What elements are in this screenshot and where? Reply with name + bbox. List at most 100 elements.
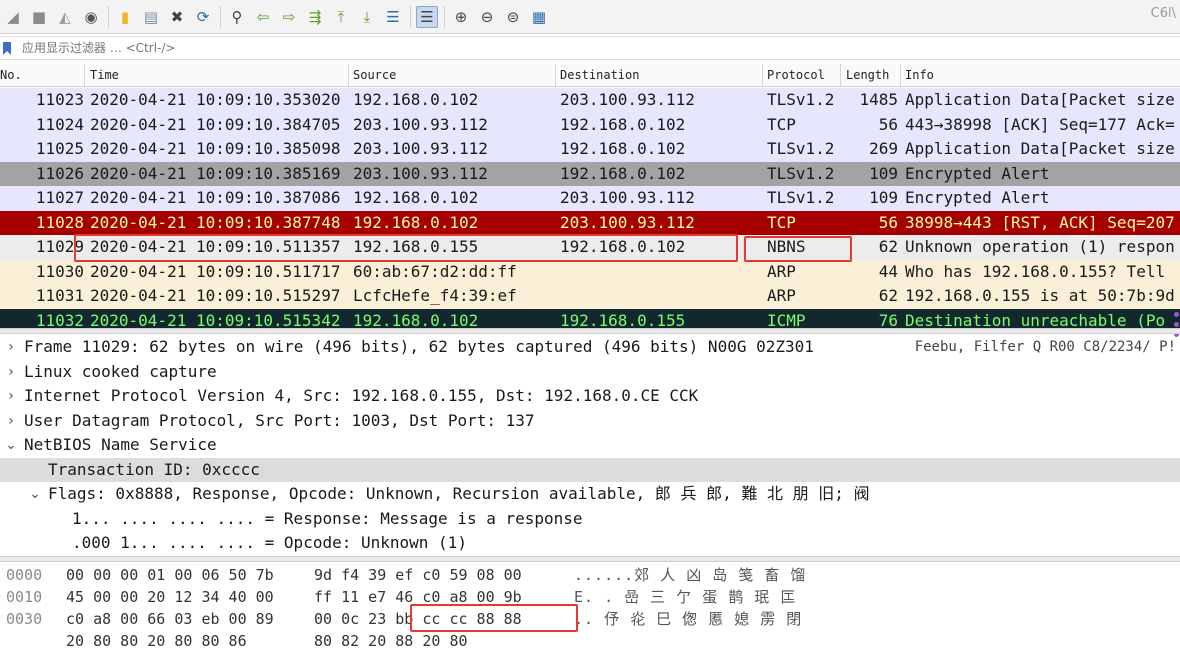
detail-tree-item[interactable]: .000 1... .... .... = Opcode: Unknown (1… bbox=[0, 531, 1180, 556]
start-capture-icon[interactable]: ◢ bbox=[2, 6, 24, 28]
packet-row[interactable]: 11023 2020-04-21 10:09:10.353020 192.168.0… bbox=[0, 88, 1180, 113]
zoom-in-icon[interactable]: ⊕ bbox=[450, 6, 472, 28]
detail-text: User Datagram Protocol, Src Port: 1003, … bbox=[24, 410, 535, 430]
packet-length: 76 bbox=[878, 310, 898, 329]
hex-bytes-left[interactable]: 20 80 80 20 80 80 86 bbox=[66, 630, 247, 652]
capture-options-icon[interactable]: ◉ bbox=[80, 6, 102, 28]
column-header-time[interactable]: Time bbox=[90, 68, 119, 82]
go-to-packet-icon[interactable]: ⇶ bbox=[304, 6, 326, 28]
display-filter-input[interactable] bbox=[14, 37, 1180, 59]
packet-info: Encrypted Alert bbox=[905, 163, 1050, 183]
expand-arrow-icon[interactable]: › bbox=[4, 335, 18, 359]
open-file-icon[interactable]: ▮ bbox=[114, 6, 136, 28]
expand-arrow-icon[interactable]: › bbox=[4, 384, 18, 408]
column-header-source[interactable]: Source bbox=[353, 68, 396, 82]
packet-source: 203.100.93.112 bbox=[353, 163, 488, 183]
packet-info: 443→38998 [ACK] Seq=177 Ack= bbox=[905, 114, 1175, 134]
collapse-arrow-icon[interactable]: ⌄ bbox=[4, 433, 18, 457]
resize-columns-icon[interactable]: ▦ bbox=[528, 6, 550, 28]
hex-ascii[interactable]: ......郊 人 凶 岛 笺 畜 馏 bbox=[574, 564, 806, 586]
packet-length: 56 bbox=[878, 114, 898, 134]
hex-ascii[interactable]: .. 伃 炛 巳 偬 慝 媳 雳 閉 bbox=[574, 608, 802, 630]
hex-offset[interactable]: 0000 bbox=[6, 564, 42, 586]
hex-ascii[interactable]: E. . 嵒 三 亇 蛋 鹊 珉 匞 bbox=[574, 586, 796, 608]
collapse-arrow-icon[interactable]: ⌄ bbox=[28, 482, 42, 506]
annotation-box-protocol bbox=[744, 236, 852, 262]
packet-length: 62 bbox=[878, 286, 898, 305]
hex-bytes-left[interactable]: c0 a8 00 66 03 eb 00 89 bbox=[66, 608, 274, 630]
hex-bytes-right[interactable]: 80 82 20 88 20 80 bbox=[314, 630, 468, 652]
find-packet-icon[interactable]: ⚲ bbox=[226, 6, 248, 28]
detail-tree-item[interactable]: › User Datagram Protocol, Src Port: 1003,… bbox=[0, 409, 1180, 434]
packet-time: 2020-04-21 10:09:10.387086 bbox=[90, 188, 341, 207]
stop-capture-icon[interactable]: ■ bbox=[28, 6, 50, 28]
detail-tree-item[interactable]: › Frame 11029: 62 bytes on wire (496 bits… bbox=[0, 335, 1180, 360]
packet-row[interactable]: 11030 2020-04-21 10:09:10.511717 60:ab:67:… bbox=[0, 259, 1180, 284]
packet-list[interactable]: 11023 2020-04-21 10:09:10.353020 192.168.0… bbox=[0, 88, 1180, 328]
packet-time: 2020-04-21 10:09:10.511717 bbox=[90, 261, 341, 281]
save-file-icon[interactable]: ▤ bbox=[140, 6, 162, 28]
packet-row[interactable]: 11025 2020-04-21 10:09:10.385098 203.100.9… bbox=[0, 137, 1180, 162]
packet-row[interactable]: 11032 2020-04-21 10:09:10.515342 192.168.0… bbox=[0, 308, 1180, 329]
packet-length: 109 bbox=[869, 188, 898, 207]
toolbar-separator bbox=[410, 5, 411, 28]
detail-tree-item[interactable]: ⌄ NetBIOS Name Service bbox=[0, 433, 1180, 458]
go-forward-icon[interactable]: ⇨ bbox=[278, 6, 300, 28]
detail-tree-item[interactable]: Transaction ID: 0xcccc bbox=[0, 457, 1180, 482]
packet-info: Unknown operation (1) respon bbox=[905, 237, 1175, 256]
packet-row[interactable]: 11024 2020-04-21 10:09:10.384705 203.100.9… bbox=[0, 112, 1180, 137]
column-header-length[interactable]: Length bbox=[846, 68, 889, 82]
go-last-icon[interactable]: ⤓ bbox=[356, 6, 378, 28]
main-toolbar: ◢ ■ ◭ ◉ ▮ ▤ ✖ ⟳ ⚲ ⇦ ⇨ ⇶ ⤒ ⤓ ☰ ☰ ⊕ ⊖ ⊜ ▦ bbox=[0, 0, 1180, 34]
packet-protocol: ARP bbox=[767, 261, 796, 281]
go-first-icon[interactable]: ⤒ bbox=[330, 6, 352, 28]
packet-info: 192.168.0.155 is at 50:7b:9d bbox=[905, 286, 1175, 305]
packet-no: 11031 bbox=[35, 286, 84, 305]
detail-tree-item[interactable]: ⌄ Flags: 0x8888, Response, Opcode: Unknow… bbox=[0, 482, 1180, 507]
detail-text: Flags: 0x8888, Response, Opcode: Unknown… bbox=[48, 484, 870, 503]
expand-arrow-icon[interactable]: › bbox=[4, 409, 18, 433]
go-back-icon[interactable]: ⇦ bbox=[252, 6, 274, 28]
version-badge: C6l\ bbox=[1150, 6, 1176, 21]
packet-row[interactable]: 11028 2020-04-21 10:09:10.387748 192.168.0… bbox=[0, 210, 1180, 235]
packet-info: Destination unreachable (Po bbox=[905, 310, 1166, 329]
display-filter-bar bbox=[0, 36, 1180, 60]
reload-file-icon[interactable]: ⟳ bbox=[192, 6, 214, 28]
expand-arrow-icon[interactable]: › bbox=[4, 360, 18, 384]
detail-tree-item[interactable]: 1... .... .... .... = Response: Message … bbox=[0, 507, 1180, 532]
packet-source: LcfcHefe_f4:39:ef bbox=[353, 286, 517, 305]
hex-bytes-left[interactable]: 00 00 00 01 00 06 50 7b bbox=[66, 564, 274, 586]
pane-splitter-bottom[interactable] bbox=[0, 556, 1180, 562]
packet-source: 203.100.93.112 bbox=[353, 139, 488, 158]
annotation-box-time-source bbox=[74, 234, 738, 262]
hex-offset[interactable]: 0030 bbox=[6, 608, 42, 630]
column-header-no[interactable]: No. bbox=[0, 68, 22, 82]
hex-bytes-right[interactable]: 9d f4 39 ef c0 59 08 00 bbox=[314, 564, 522, 586]
hex-bytes-left[interactable]: 45 00 00 20 12 34 40 00 bbox=[66, 586, 274, 608]
packet-row[interactable]: 11026 2020-04-21 10:09:10.385169 203.100.9… bbox=[0, 161, 1180, 186]
detail-tree-item[interactable]: › Internet Protocol Version 4, Src: 192.1… bbox=[0, 384, 1180, 409]
packet-row[interactable]: 11031 2020-04-21 10:09:10.515297 LcfcHefe_… bbox=[0, 284, 1180, 309]
autoscroll-icon[interactable]: ☰ bbox=[382, 6, 404, 28]
packet-no: 11030 bbox=[35, 261, 84, 281]
column-header-destination[interactable]: Destination bbox=[560, 68, 639, 82]
zoom-reset-icon[interactable]: ⊜ bbox=[502, 6, 524, 28]
packet-details-tree[interactable]: › Frame 11029: 62 bytes on wire (496 bits… bbox=[0, 335, 1180, 555]
packet-source: 203.100.93.112 bbox=[353, 114, 488, 134]
packet-bytes-pane[interactable]: 0000 00 00 00 01 00 06 50 7b 9d f4 39 ef c… bbox=[0, 564, 1180, 662]
restart-capture-icon[interactable]: ◭ bbox=[54, 6, 76, 28]
packet-time: 2020-04-21 10:09:10.385169 bbox=[90, 163, 341, 183]
detail-tree-item[interactable]: › Linux cooked capture bbox=[0, 360, 1180, 385]
zoom-out-icon[interactable]: ⊖ bbox=[476, 6, 498, 28]
column-header-info[interactable]: Info bbox=[905, 68, 934, 82]
pane-splitter-top[interactable] bbox=[0, 328, 1180, 334]
close-file-icon[interactable]: ✖ bbox=[166, 6, 188, 28]
packet-protocol: TCP bbox=[767, 114, 796, 134]
packet-row[interactable]: 11027 2020-04-21 10:09:10.387086 192.168.0… bbox=[0, 186, 1180, 211]
hex-offset[interactable]: 0010 bbox=[6, 586, 42, 608]
detail-text: .000 1... .... .... = Opcode: Unknown (1… bbox=[72, 533, 467, 552]
column-header-protocol[interactable]: Protocol bbox=[767, 68, 825, 82]
colorize-icon[interactable]: ☰ bbox=[416, 5, 438, 28]
filter-bookmark-icon[interactable] bbox=[0, 37, 14, 59]
toolbar-separator bbox=[220, 5, 221, 28]
